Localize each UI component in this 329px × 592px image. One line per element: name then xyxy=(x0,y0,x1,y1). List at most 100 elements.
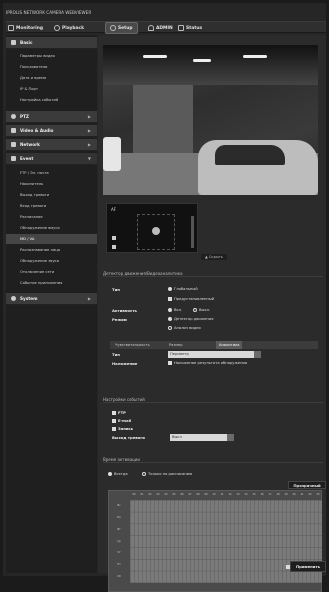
video-light xyxy=(143,55,167,58)
subtype-select[interactable]: Периметр xyxy=(168,351,261,358)
schedule-always-radio[interactable]: Всегда xyxy=(108,472,128,476)
person-icon[interactable] xyxy=(112,236,116,240)
mode-motion-label: Детектор движения xyxy=(174,317,214,321)
status-button[interactable]: Status xyxy=(178,22,202,34)
type-label: Тип xyxy=(112,287,120,292)
ftp-label: FTP xyxy=(118,410,126,415)
admin-user[interactable]: ADMIN xyxy=(148,22,173,34)
sidebar-item-tamper[interactable]: Обнаружение вмуса xyxy=(6,223,97,233)
tab-playback[interactable]: Playback xyxy=(54,22,84,34)
hour-label: 15 xyxy=(252,493,256,496)
hour-label: 21 xyxy=(300,493,304,496)
hour-label: 04 xyxy=(164,493,168,496)
day-label: Вт xyxy=(117,527,121,531)
day-label: Чт xyxy=(117,551,121,555)
alarm-out-select[interactable]: Выкл xyxy=(170,434,234,441)
overlay-checkbox[interactable]: Наложение результата обнаружения xyxy=(168,361,247,365)
sidebar-item-audio-detection[interactable]: Обнаружение звука xyxy=(6,256,97,266)
main-panel: AF ▲ Скрыть Детектор движения/Видеоанали… xyxy=(98,35,326,592)
hour-label: 07 xyxy=(188,493,192,496)
brand-title: IPROLIS NETWORK CAMERA WEBVIEWER xyxy=(6,10,92,15)
video-car-left xyxy=(103,137,121,171)
email-label: E-mail xyxy=(118,418,132,423)
sidebar-section-event[interactable]: Event ▼ xyxy=(6,153,97,165)
checkbox-icon xyxy=(112,411,116,415)
video-ceiling xyxy=(103,45,318,85)
schedule-only-radio[interactable]: Только по расписанию xyxy=(142,472,192,476)
sidebar-item-app-event[interactable]: Событие приложения xyxy=(6,278,97,288)
subtype-value: Периметр xyxy=(170,352,189,356)
sidebar-item-ip-port[interactable]: IP & Порт xyxy=(6,84,97,94)
af-label[interactable]: AF xyxy=(111,207,116,212)
subtype-label: Тип xyxy=(112,352,120,357)
apply-button[interactable]: Применить xyxy=(290,561,326,572)
sidebar-item-event-settings[interactable]: Настройка событий xyxy=(6,95,97,105)
tab-size[interactable]: Размер xyxy=(166,341,185,349)
sidebar-item-alarm-out[interactable]: Выход тревоги xyxy=(6,190,97,200)
record-checkbox[interactable]: Запись xyxy=(112,426,133,431)
type-preset-checkbox[interactable]: Предустановленный xyxy=(168,297,214,301)
email-checkbox[interactable]: E-mail xyxy=(112,418,131,423)
hour-label: 02 xyxy=(148,493,152,496)
activity-on-radio[interactable]: Вкл. xyxy=(168,308,182,312)
sidebar-item-schedule[interactable]: Расписание xyxy=(6,212,97,222)
zoom-slider[interactable] xyxy=(191,216,194,248)
sidebar-section-event-label: Event xyxy=(20,156,34,161)
hour-label: 18 xyxy=(276,493,280,496)
sidebar-section-system[interactable]: System ▶ xyxy=(6,293,97,305)
sidebar-item-users[interactable]: Пользователи xyxy=(6,62,97,72)
chevron-right-icon: ▶ xyxy=(87,128,91,133)
tab-sensitivity[interactable]: Чувствительность xyxy=(112,341,153,349)
sidebar-item-storage[interactable]: Накопитель xyxy=(6,179,97,189)
schedule-always-label: Всегда xyxy=(114,472,128,476)
schedule-only-label: Только по расписанию xyxy=(148,472,193,476)
chevron-right-icon: ▶ xyxy=(87,296,91,301)
day-label: Пт xyxy=(117,563,121,567)
hour-label: 10 xyxy=(212,493,216,496)
tab-setup-label: Setup xyxy=(118,25,133,31)
video-wall xyxy=(133,85,193,155)
type-global-radio[interactable]: Глобальный xyxy=(168,287,198,291)
radio-checked-icon xyxy=(108,472,112,476)
mode-motion-radio[interactable]: Детектор движения xyxy=(168,317,213,321)
tab-setup[interactable]: Setup xyxy=(105,22,138,34)
day-label: Пн xyxy=(117,515,121,519)
sidebar-item-face-detection[interactable]: Распознавание лица xyxy=(6,245,97,255)
hour-label: 22 xyxy=(308,493,312,496)
sidebar-item-md-va[interactable]: MD / VA xyxy=(6,234,97,244)
tab-monitoring[interactable]: Monitoring xyxy=(8,22,43,34)
system-icon xyxy=(11,296,16,301)
sidebar-section-system-label: System xyxy=(20,296,38,301)
landscape-icon[interactable] xyxy=(112,245,116,249)
sidebar-item-video-settings[interactable]: Параметры видео xyxy=(6,51,97,61)
ftp-checkbox[interactable]: FTP xyxy=(112,410,126,415)
type-global-label: Глобальный xyxy=(174,287,198,291)
sidebar-item-ftp-email[interactable]: FTP / Эл. почта xyxy=(6,168,97,178)
sidebar-item-alarm-in[interactable]: Вход тревоги xyxy=(6,201,97,211)
activity-off-radio[interactable]: Выкл. xyxy=(193,308,210,312)
mode-label: Режим xyxy=(112,317,127,322)
overlay-label: Наложение xyxy=(112,361,138,366)
basic-icon xyxy=(11,40,16,45)
event-settings-title: Настройки событий xyxy=(103,397,323,403)
hide-ptz-button[interactable]: ▲ Скрыть xyxy=(201,254,227,260)
sidebar-item-network-disconnect[interactable]: Отключение сети xyxy=(6,267,97,277)
mode-va-radio[interactable]: Анализ видео xyxy=(168,326,201,330)
sidebar-item-date-time[interactable]: Дата и время xyxy=(6,73,97,83)
record-label: Запись xyxy=(118,426,134,431)
radio-icon xyxy=(193,308,197,312)
sidebar-section-ptz[interactable]: PTZ ▶ xyxy=(6,111,97,123)
transparent-button[interactable]: Прозрачный xyxy=(288,481,326,489)
sidebar-section-network[interactable]: Network ▶ xyxy=(6,139,97,151)
camera-video-preview[interactable] xyxy=(103,45,318,195)
tab-analytics[interactable]: Аналитика xyxy=(216,341,243,349)
va-tabs: Чувствительность Размер Аналитика xyxy=(110,341,318,349)
checkbox-icon xyxy=(112,427,116,431)
monitor-icon xyxy=(8,25,14,31)
sidebar-section-video-audio[interactable]: Video & Audio ▶ xyxy=(6,125,97,137)
chevron-down-icon xyxy=(227,434,234,441)
overlay-value-label: Наложение результата обнаружения xyxy=(174,361,248,365)
ptz-joystick-handle[interactable] xyxy=(152,227,160,235)
playback-icon xyxy=(54,25,60,31)
sidebar-section-basic[interactable]: Basic xyxy=(6,37,97,49)
